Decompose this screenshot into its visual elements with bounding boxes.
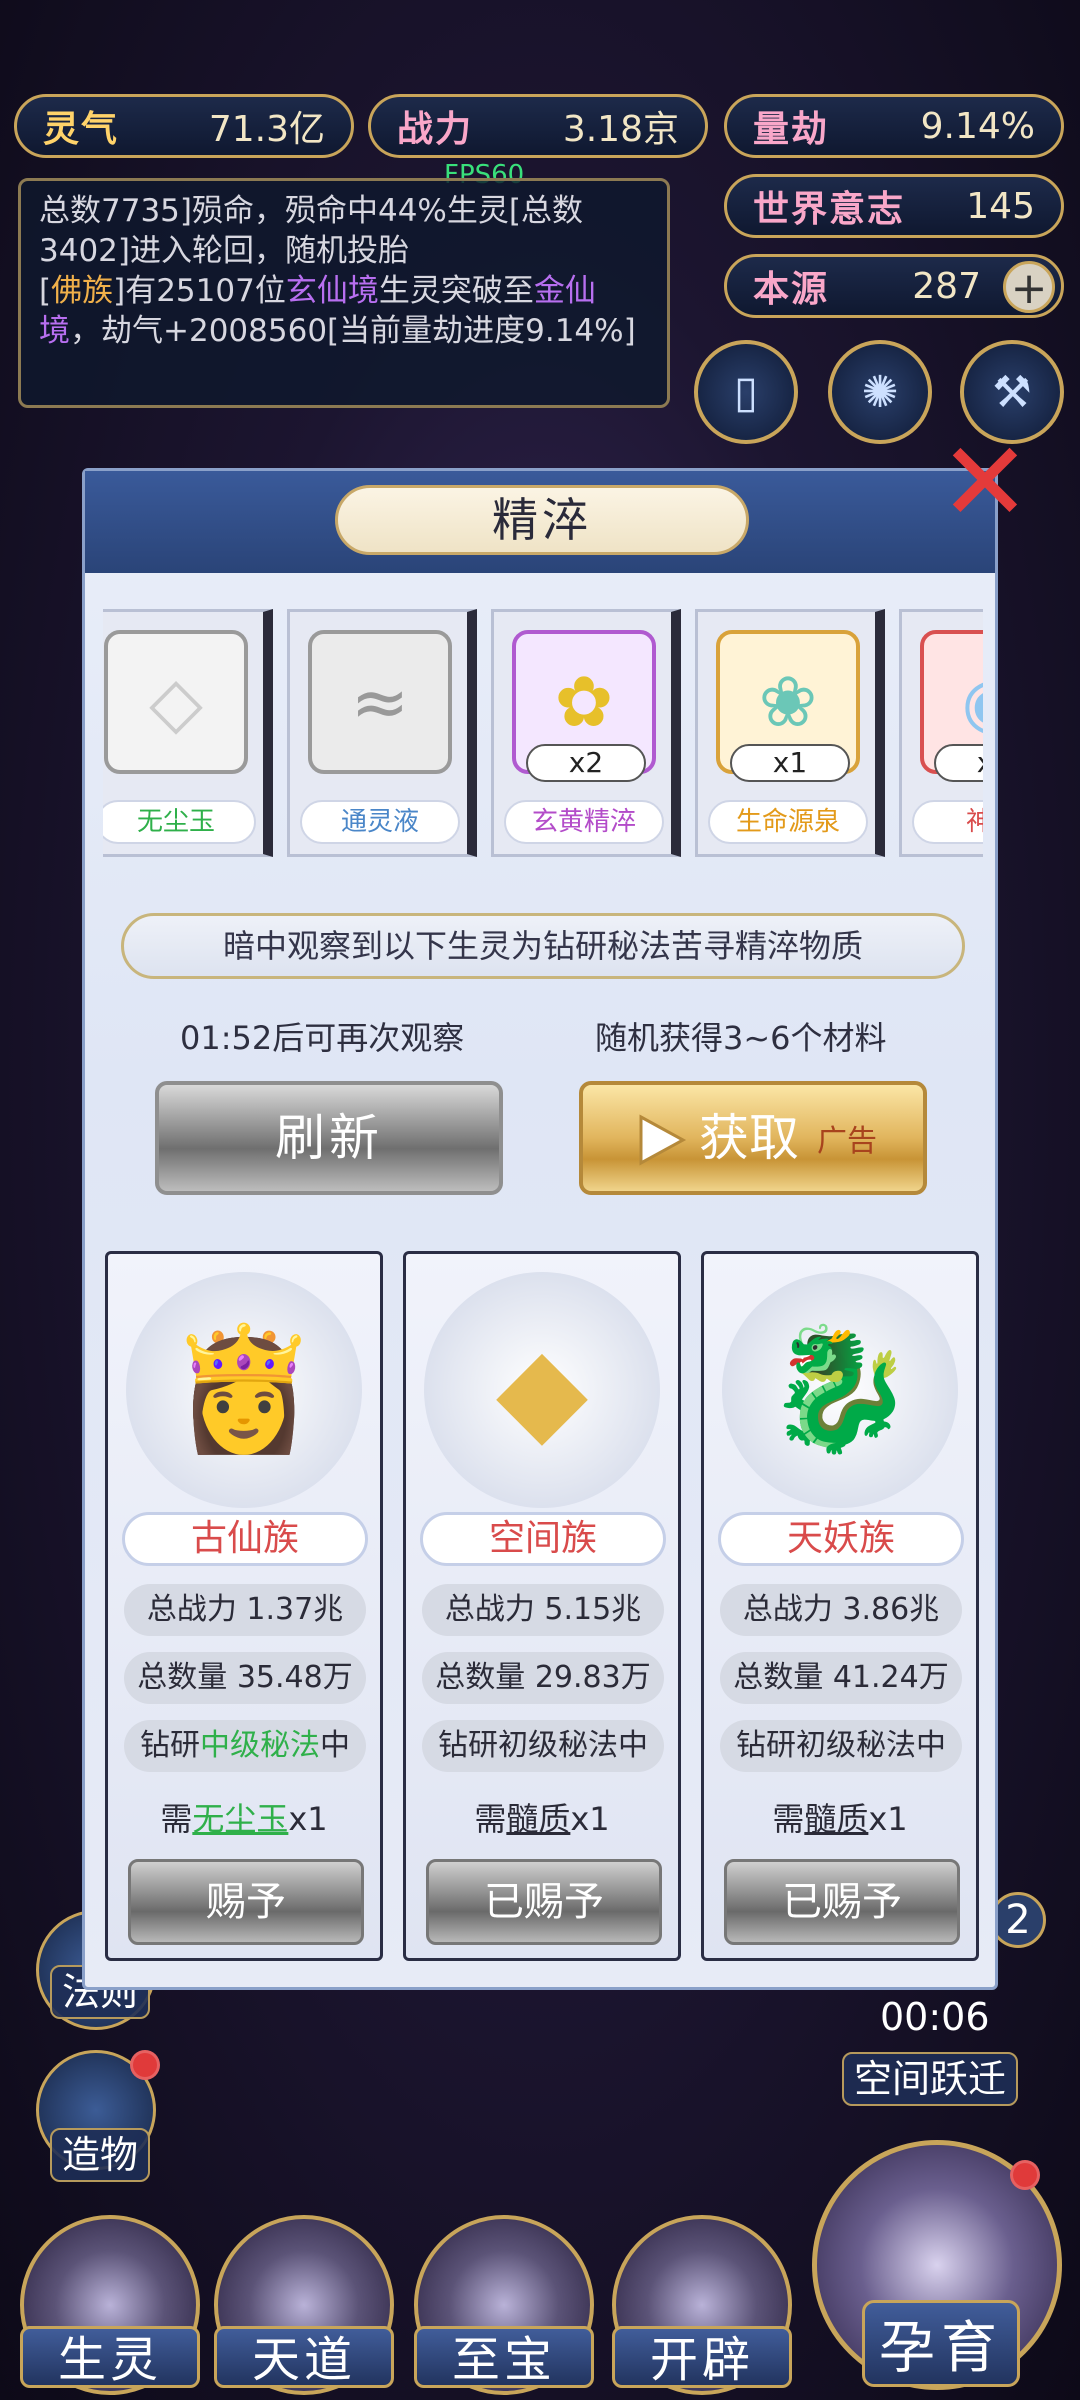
race-name: 空间族: [420, 1512, 666, 1566]
race-card: ◆ 空间族 总战力 5.15兆 总数量 29.83万 钻研初级秘法中 需髓质x1…: [403, 1251, 681, 1961]
jade-icon: ◇: [104, 630, 248, 774]
race-count: 总数量 41.24万: [720, 1652, 962, 1704]
vortex-icon[interactable]: ✺: [828, 340, 932, 444]
liangjie-stat[interactable]: 量劫 9.14%: [724, 94, 1064, 158]
goddess-portrait: 👸: [126, 1272, 362, 1508]
nurture-notification-dot: [1010, 2160, 1040, 2190]
shijieyizhi-stat[interactable]: 世界意志 145: [724, 174, 1064, 238]
observe-banner: 暗中观察到以下生灵为钻研秘法苦寻精淬物质: [121, 913, 965, 979]
race-need: 需髓质x1: [772, 1800, 908, 1838]
granted-button[interactable]: 已赐予: [724, 1859, 960, 1945]
space-crystal-portrait: ◆: [424, 1272, 660, 1508]
create-label: 造物: [50, 2128, 151, 2182]
log-line-1: 总数7735]殒命，殒命中44%生灵[总数3402]进入轮回，随机投胎: [39, 193, 583, 269]
grant-button[interactable]: 赐予: [128, 1859, 364, 1945]
material-name: 神涡: [912, 800, 983, 844]
observe-timer: 01:52后可再次观察: [180, 1019, 465, 1057]
space-jump-button[interactable]: 空间跃迁: [842, 2052, 1019, 2106]
race-card: 🐉 天妖族 总战力 3.86兆 总数量 41.24万 钻研初级秘法中 需髓质x1…: [701, 1251, 979, 1961]
race-study: 钻研中级秘法中: [124, 1720, 366, 1772]
material-list[interactable]: ◇ 无尘玉 ≈ 通灵液 ✿ x2 玄黄精淬 ❀ x1 生命源泉 ◉ x5 神涡: [103, 609, 983, 857]
race-card: 👸 古仙族 总战力 1.37兆 总数量 35.48万 钻研中级秘法中 需无尘玉x…: [105, 1251, 383, 1961]
log-line-2: [佛族]有25107位玄仙境生灵突破至金仙境，劫气+2008560[当前量劫进度…: [39, 273, 636, 349]
race-power: 总战力 3.86兆: [720, 1584, 962, 1636]
zhanli-label: 战力: [397, 109, 474, 150]
reward-info: 随机获得3~6个材料: [595, 1019, 887, 1057]
ad-label: 广告: [817, 1124, 877, 1159]
play-video-icon: [639, 1114, 687, 1166]
shijieyizhi-value: 145: [966, 185, 1035, 227]
material-qty: x2: [526, 744, 646, 782]
race-need: 需髓质x1: [474, 1800, 610, 1838]
event-log: 总数7735]殒命，殒命中44%生灵[总数3402]进入轮回，随机投胎 [佛族]…: [18, 178, 670, 408]
granted-button[interactable]: 已赐予: [426, 1859, 662, 1945]
material-item[interactable]: ◇ 无尘玉: [103, 609, 273, 857]
material-name: 无尘玉: [103, 800, 256, 844]
add-benyuan-button[interactable]: +: [1003, 261, 1055, 314]
liangjie-value: 9.14%: [920, 105, 1035, 147]
lingqi-stat: 灵气 71.3亿: [14, 94, 354, 158]
material-item[interactable]: ≈ 通灵液: [287, 609, 477, 857]
demon-beast-portrait: 🐉: [722, 1272, 958, 1508]
nurture-label: 孕育: [862, 2300, 1020, 2387]
material-name: 通灵液: [300, 800, 460, 844]
zhanli-value: 3.18京: [562, 109, 679, 150]
create-notification-dot: [130, 2050, 160, 2080]
scroll-icon[interactable]: ▯: [694, 340, 798, 444]
benyuan-stat: 本源 287 +: [724, 254, 1064, 318]
race-count: 总数量 35.48万: [124, 1652, 366, 1704]
material-name: 玄黄精淬: [504, 800, 664, 844]
race-power: 总战力 1.37兆: [124, 1584, 366, 1636]
material-item[interactable]: ◉ x5 神涡: [899, 609, 983, 857]
race-power: 总战力 5.15兆: [422, 1584, 664, 1636]
close-icon[interactable]: ✕: [935, 427, 1035, 537]
benyuan-value: 287: [912, 265, 981, 307]
benyuan-label: 本源: [753, 269, 830, 310]
shijieyizhi-label: 世界意志: [753, 189, 906, 230]
lingqi-label: 灵气: [43, 109, 120, 150]
zhanli-stat: 战力 3.18京: [368, 94, 708, 158]
material-name: 生命源泉: [708, 800, 868, 844]
nav-zhibao-label: 至宝: [414, 2326, 594, 2388]
material-qty: x5: [934, 744, 983, 782]
obtain-ad-button[interactable]: 获取 广告: [579, 1081, 927, 1195]
material-item[interactable]: ✿ x2 玄黄精淬: [491, 609, 681, 857]
race-count: 总数量 29.83万: [422, 1652, 664, 1704]
refine-modal: 精淬 ◇ 无尘玉 ≈ 通灵液 ✿ x2 玄黄精淬 ❀ x1 生命源泉 ◉ x5 …: [82, 468, 998, 1990]
race-study: 钻研初级秘法中: [720, 1720, 962, 1772]
nav-tiandao-label: 天道: [214, 2326, 394, 2388]
lingqi-value: 71.3亿: [208, 109, 325, 150]
modal-title: 精淬: [335, 485, 749, 555]
nav-kaipi-label: 开辟: [612, 2326, 792, 2388]
jump-timer: 00:06: [880, 1995, 990, 2039]
material-qty: x1: [730, 744, 850, 782]
liangjie-label: 量劫: [753, 109, 830, 150]
race-need: 需无尘玉x1: [160, 1800, 328, 1838]
race-name: 天妖族: [718, 1512, 964, 1566]
nav-shengling-label: 生灵: [20, 2326, 200, 2388]
race-name: 古仙族: [122, 1512, 368, 1566]
liquid-icon: ≈: [308, 630, 452, 774]
material-item[interactable]: ❀ x1 生命源泉: [695, 609, 885, 857]
count-badge: 2: [990, 1892, 1046, 1948]
obtain-label: 获取: [699, 1109, 799, 1167]
race-study: 钻研初级秘法中: [422, 1720, 664, 1772]
refresh-button[interactable]: 刷新: [155, 1081, 503, 1195]
